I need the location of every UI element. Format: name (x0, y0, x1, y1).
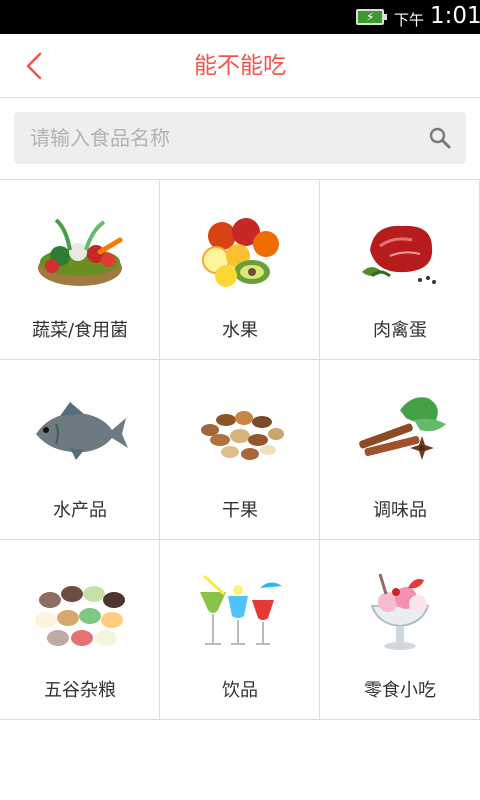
search-input[interactable] (14, 112, 414, 164)
category-label: 肉禽蛋 (373, 320, 427, 341)
mixed-nuts-icon (201, 411, 284, 460)
category-label: 水果 (222, 320, 258, 341)
search-box (14, 112, 466, 164)
category-label: 调味品 (373, 500, 427, 521)
category-dried-fruits-nuts[interactable]: 干果 (160, 360, 320, 540)
fish-icon (36, 402, 128, 460)
cocktail-drinks-icon (200, 574, 282, 645)
page-title: 能不能吃 (194, 53, 286, 79)
category-seafood[interactable]: 水产品 (0, 360, 160, 540)
search-area (0, 98, 480, 180)
ice-cream-sundae-icon (370, 573, 430, 650)
back-arrow-icon (26, 52, 42, 80)
battery-charging-icon: ⚡ (356, 9, 387, 25)
category-vegetables[interactable]: 蔬菜/食用菌 (0, 180, 160, 360)
search-icon[interactable] (428, 126, 452, 150)
category-label: 蔬菜/食用菌 (31, 320, 129, 341)
category-label: 五谷杂粮 (44, 680, 116, 701)
spices-icon (359, 397, 446, 460)
category-label: 零食小吃 (364, 680, 436, 701)
title-bar: 能不能吃 (0, 34, 480, 98)
category-label: 饮品 (222, 680, 258, 701)
category-label: 干果 (222, 500, 258, 521)
back-button[interactable] (20, 50, 52, 82)
category-label: 水产品 (53, 500, 107, 521)
category-condiments[interactable]: 调味品 (320, 360, 480, 540)
fruit-pile-icon (202, 218, 279, 287)
category-meat-poultry-eggs[interactable]: 肉禽蛋 (320, 180, 480, 360)
category-grains[interactable]: 五谷杂粮 (0, 540, 160, 720)
category-snacks[interactable]: 零食小吃 (320, 540, 480, 720)
status-bar: ⚡ 下午 1:01 (0, 0, 480, 34)
status-ampm: 下午 (394, 11, 425, 29)
category-grid: 蔬菜/食用菌 水果 肉禽蛋 水产品 干果 调味品 五谷杂粮 饮品 零食小吃 (0, 179, 480, 720)
category-drinks[interactable]: 饮品 (160, 540, 320, 720)
grains-icon (35, 586, 125, 646)
status-time: 1:01 (430, 3, 480, 29)
category-fruit[interactable]: 水果 (160, 180, 320, 360)
vegetables-basket-icon (38, 218, 123, 286)
raw-meat-icon (362, 225, 436, 284)
